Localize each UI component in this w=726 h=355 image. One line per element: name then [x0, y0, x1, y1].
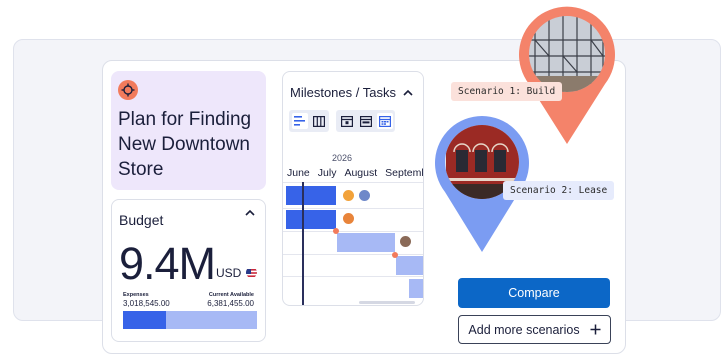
budget-progress-fill	[123, 311, 166, 329]
timeline-divider	[283, 231, 423, 232]
timeline-month: July	[317, 167, 337, 179]
milestones-card: Milestones / Tasks 2026 June July August Se…	[282, 71, 424, 306]
milestone-marker[interactable]	[333, 228, 339, 234]
timeline-divider	[283, 276, 423, 277]
calendar-week-icon[interactable]	[358, 113, 374, 129]
today-line	[302, 182, 304, 305]
available-label: Current Available	[208, 292, 254, 298]
budget-value: 9.4M	[119, 238, 216, 289]
task-bar[interactable]	[337, 233, 395, 252]
timeline-month: August	[344, 167, 378, 179]
chevron-up-icon[interactable]	[243, 206, 257, 220]
zoom-toggle-group	[336, 110, 395, 132]
add-scenarios-label: Add more scenarios	[468, 322, 580, 337]
timeline-divider	[283, 254, 423, 255]
expenses-label: Expenses	[123, 292, 149, 298]
task-bar[interactable]	[286, 210, 336, 229]
plan-card: Plan for Finding New Downtown Store	[111, 71, 266, 190]
calendar-day-icon[interactable]	[339, 113, 355, 129]
budget-unit: USD	[216, 266, 242, 280]
milestones-title: Milestones / Tasks	[290, 85, 396, 100]
timeline-month: Septemb	[385, 167, 424, 179]
plus-icon	[590, 324, 601, 335]
budget-card: Budget 9.4M USD Expenses 3,018,545.00 Cu…	[111, 199, 266, 342]
milestone-marker[interactable]	[392, 252, 398, 258]
scenario-build-label: Scenario 1: Build	[451, 82, 563, 101]
budget-progress-bar	[123, 311, 257, 329]
task-bar[interactable]	[409, 279, 423, 298]
expenses-value: 3,018,545.00	[123, 299, 170, 308]
compare-button[interactable]: Compare	[458, 278, 610, 308]
avatar[interactable]	[342, 212, 355, 225]
timeline-divider	[283, 208, 423, 209]
plan-title: Plan for Finding New Downtown Store	[118, 109, 252, 180]
timeline-year: 2026	[332, 153, 353, 163]
budget-title: Budget	[119, 212, 164, 228]
task-bar[interactable]	[286, 186, 336, 205]
timeline-divider	[283, 182, 423, 183]
avatar[interactable]	[399, 235, 412, 248]
scenario-lease-label: Scenario 2: Lease	[503, 181, 615, 200]
column-view-icon[interactable]	[311, 113, 327, 129]
view-toggle-group	[289, 110, 329, 132]
available-value: 6,381,455.00	[207, 299, 254, 308]
target-icon	[118, 80, 138, 100]
horizontal-scrollbar[interactable]	[359, 301, 415, 304]
timeline-month: June	[287, 167, 310, 179]
calendar-month-icon[interactable]	[377, 113, 393, 129]
task-bar[interactable]	[396, 256, 423, 275]
chevron-up-icon[interactable]	[402, 87, 414, 99]
avatar[interactable]	[342, 189, 355, 202]
add-scenarios-button[interactable]: Add more scenarios	[458, 315, 611, 344]
avatar[interactable]	[358, 189, 371, 202]
timeline-months: June July August Septemb	[287, 167, 424, 179]
list-view-icon[interactable]	[292, 113, 308, 129]
us-flag-icon	[246, 267, 257, 278]
